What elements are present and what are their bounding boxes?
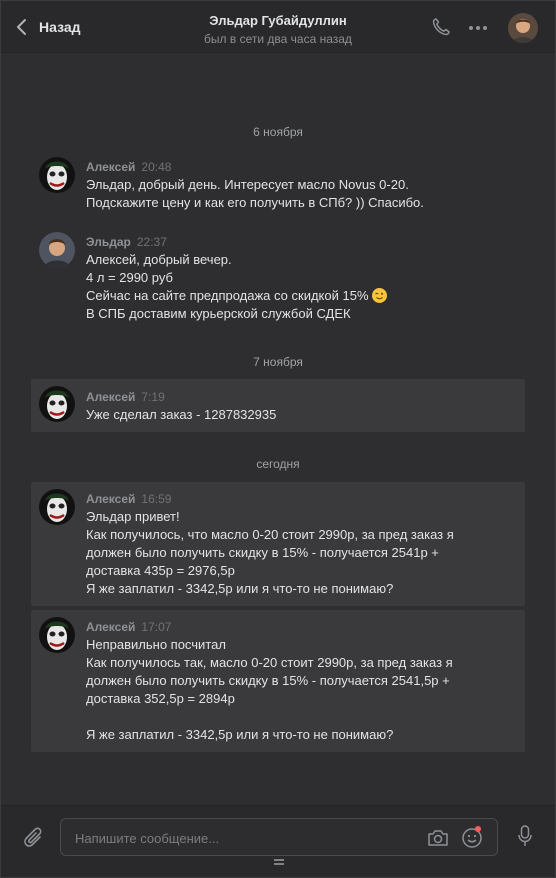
date-separator: 7 ноября xyxy=(253,355,303,369)
message-item[interactable]: Алексей 17:07 Неправильно посчитал Как по… xyxy=(31,610,525,752)
message-line: В СПБ доставим курьерской службой СДЕК xyxy=(86,306,351,321)
message-line: Как получилось, что масло 0-20 стоит 299… xyxy=(86,527,454,542)
contact-avatar[interactable] xyxy=(508,13,538,43)
last-seen-status: был в сети два часа назад xyxy=(204,32,352,46)
message-line: Уже сделал заказ - 1287832935 xyxy=(86,407,277,422)
message-line: 4 л = 2990 руб xyxy=(86,270,173,285)
message-line: Алексей, добрый вечер. xyxy=(86,252,232,267)
message-text: Неправильно посчитал Как получилось так,… xyxy=(86,636,516,744)
eldar-avatar[interactable] xyxy=(39,232,75,268)
chevron-left-icon xyxy=(17,19,26,35)
message-time: 20:48 xyxy=(141,160,172,174)
message-line: Неправильно посчитал xyxy=(86,637,226,652)
message-line-text: Сейчас на сайте предпродажа со скидкой 1… xyxy=(86,288,369,303)
joker-avatar[interactable] xyxy=(39,157,75,193)
message-meta: Эльдар 22:37 xyxy=(86,235,167,249)
back-label: Назад xyxy=(39,19,81,35)
message-line: Эльдар, добрый день. Интересует масло No… xyxy=(86,177,409,192)
paperclip-icon[interactable] xyxy=(23,826,45,850)
message-meta: Алексей 20:48 xyxy=(86,160,171,174)
message-author[interactable]: Алексей xyxy=(86,492,135,506)
message-line: доставка 435р = 2976,5р xyxy=(86,563,235,578)
message-line: Подскажите цену и как его получить в СПб… xyxy=(86,195,424,210)
message-time: 22:37 xyxy=(136,235,167,249)
joker-avatar[interactable] xyxy=(39,617,75,653)
message-line: Эльдар привет! xyxy=(86,509,180,524)
message-author[interactable]: Алексей xyxy=(86,390,135,404)
notification-dot xyxy=(475,826,481,832)
wink-emoji-icon xyxy=(371,288,387,303)
message-text: Эльдар, добрый день. Интересует масло No… xyxy=(86,176,516,212)
message-author[interactable]: Алексей xyxy=(86,160,135,174)
message-composer xyxy=(1,805,555,877)
message-item[interactable]: Алексей 20:48 Эльдар, добрый день. Интере… xyxy=(31,150,525,216)
message-meta: Алексей 16:59 xyxy=(86,492,171,506)
phone-icon[interactable] xyxy=(431,17,451,37)
message-item[interactable]: Алексей 16:59 Эльдар привет! Как получило… xyxy=(31,482,525,606)
back-button[interactable]: Назад xyxy=(15,15,81,39)
message-line: должен было получить скидку в 15% - полу… xyxy=(86,545,439,560)
message-line: должен было получить скидку в 15% - полу… xyxy=(86,673,450,688)
message-item[interactable]: Алексей 7:19 Уже сделал заказ - 128783293… xyxy=(31,379,525,432)
chat-title: Эльдар Губайдуллин xyxy=(209,13,347,28)
message-line: Сейчас на сайте предпродажа со скидкой 1… xyxy=(86,287,516,305)
message-line: Как получилось так, масло 0-20 стоит 299… xyxy=(86,655,453,670)
message-time: 7:19 xyxy=(141,390,165,404)
message-text: Эльдар привет! Как получилось, что масло… xyxy=(86,508,516,598)
chat-header: Назад Эльдар Губайдуллин был в сети два … xyxy=(1,1,555,53)
message-author[interactable]: Эльдар xyxy=(86,235,131,249)
message-item[interactable]: Эльдар 22:37 Алексей, добрый вечер. 4 л =… xyxy=(31,225,525,325)
date-separator: сегодня xyxy=(256,457,300,471)
message-input-box[interactable] xyxy=(60,818,498,856)
message-time: 17:07 xyxy=(141,620,172,634)
joker-avatar[interactable] xyxy=(39,386,75,422)
message-line: Я же заплатил - 3342,5р или я что-то не … xyxy=(86,727,394,742)
message-input[interactable] xyxy=(75,828,415,848)
joker-avatar[interactable] xyxy=(39,489,75,525)
message-line: Я же заплатил - 3342,5р или я что-то не … xyxy=(86,581,394,596)
message-text: Уже сделал заказ - 1287832935 xyxy=(86,406,516,424)
date-separator: 6 ноября xyxy=(253,125,303,139)
message-line: доставка 352,5р = 2894р xyxy=(86,691,235,706)
message-time: 16:59 xyxy=(141,492,172,506)
message-meta: Алексей 17:07 xyxy=(86,620,171,634)
chat-title-block[interactable]: Эльдар Губайдуллин был в сети два часа н… xyxy=(141,13,415,46)
message-author[interactable]: Алексей xyxy=(86,620,135,634)
resize-handle-icon[interactable] xyxy=(273,858,285,866)
camera-icon[interactable] xyxy=(427,829,449,847)
message-text: Алексей, добрый вечер. 4 л = 2990 руб Се… xyxy=(86,251,516,323)
message-line xyxy=(86,708,516,726)
microphone-icon[interactable] xyxy=(517,824,533,848)
message-meta: Алексей 7:19 xyxy=(86,390,165,404)
more-icon[interactable] xyxy=(468,25,488,31)
